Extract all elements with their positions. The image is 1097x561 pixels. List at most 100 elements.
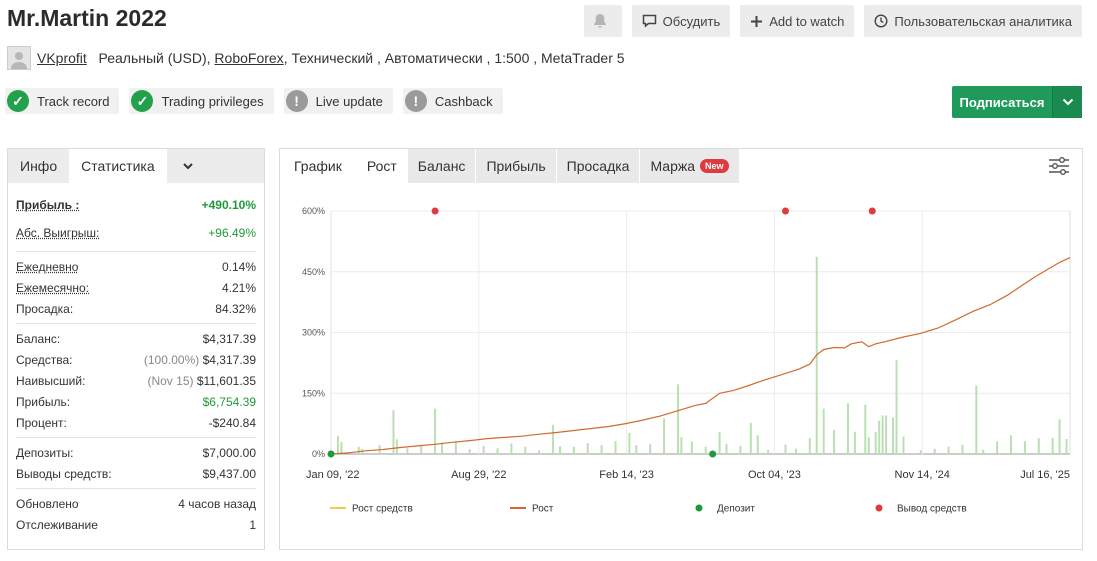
bar xyxy=(833,430,836,454)
growth-chart: 0% 150% 300% 450% 600% Jan 09, '22 Aug 29, '22… xyxy=(302,206,1071,515)
x-tick-label: Oct 04, '23 xyxy=(748,469,801,481)
bar xyxy=(881,415,884,454)
tab-growth[interactable]: Рост xyxy=(356,149,408,183)
plus-icon xyxy=(751,15,763,27)
deposit-marker xyxy=(709,450,717,458)
stat-profit: Прибыль: $6,754.39 xyxy=(16,394,256,409)
bar xyxy=(538,450,541,454)
stat-monthly: Ежемесячно: 4.21% xyxy=(16,280,256,295)
bell-icon xyxy=(593,14,606,28)
subscribe-button[interactable]: Подписаться xyxy=(952,86,1082,118)
bar xyxy=(496,448,499,454)
legend-swatch xyxy=(875,504,883,512)
tab-chart[interactable]: График xyxy=(280,149,357,183)
legend-label: Рост xyxy=(532,504,554,515)
trading-privileges-badge[interactable]: ✓ Trading privileges xyxy=(129,88,274,114)
legend-swatch xyxy=(695,504,703,512)
notify-button[interactable] xyxy=(583,5,622,37)
bar xyxy=(1051,437,1054,454)
tab-stats[interactable]: Статистика xyxy=(69,149,167,183)
bar xyxy=(725,443,728,454)
bar xyxy=(1065,439,1068,454)
clock-icon xyxy=(874,14,888,28)
avatar[interactable] xyxy=(7,46,31,70)
discuss-label: Обсудить xyxy=(662,13,721,29)
x-tick-label: Nov 14, '24 xyxy=(895,469,950,481)
bar xyxy=(794,448,797,454)
exclamation-icon: ! xyxy=(404,90,427,112)
tab-balance[interactable]: Баланс xyxy=(407,149,477,183)
chart-panel: График Рост Баланс Прибыль Просадка Марж… xyxy=(279,148,1083,550)
add-to-watch-button[interactable]: Add to watch xyxy=(740,5,855,37)
stat-interest: Процент: -$240.84 xyxy=(16,415,256,430)
bar xyxy=(340,441,343,454)
cashback-badge[interactable]: ! Cashback xyxy=(402,88,503,114)
bar xyxy=(853,431,856,454)
bar xyxy=(552,424,555,454)
track-record-badge[interactable]: ✓ Track record xyxy=(5,88,120,114)
page-title: Mr.Martin 2022 xyxy=(7,5,167,31)
bar xyxy=(628,432,631,454)
chevron-down-icon xyxy=(1062,98,1073,106)
growth-line xyxy=(330,257,1071,455)
bar xyxy=(468,449,471,454)
y-tick-label: 0% xyxy=(312,449,325,459)
account-type: Реальный (USD), xyxy=(98,50,211,66)
subscribe-label[interactable]: Подписаться xyxy=(952,86,1052,118)
x-tick-label: Jul 16, '25 xyxy=(1020,469,1070,481)
watch-label: Add to watch xyxy=(769,13,845,29)
stat-balance: Баланс: $4,317.39 xyxy=(16,331,256,346)
badge-label: Trading privileges xyxy=(161,93,264,109)
tabs-more[interactable] xyxy=(167,149,209,183)
bar xyxy=(676,384,679,454)
bar xyxy=(982,449,985,454)
bar xyxy=(947,446,950,454)
broker-link[interactable]: RoboForex xyxy=(214,50,283,66)
bar xyxy=(885,415,888,454)
bar xyxy=(649,444,652,454)
chevron-down-icon xyxy=(182,162,193,169)
bar xyxy=(680,437,683,454)
bar xyxy=(572,446,575,454)
live-update-badge[interactable]: ! Live update xyxy=(283,88,393,114)
bar xyxy=(867,437,870,454)
bar xyxy=(739,445,742,454)
bar xyxy=(919,450,922,454)
legend-label: Вывод средств xyxy=(897,504,967,515)
chart-tabs: График Рост Баланс Прибыль Просадка Марж… xyxy=(280,149,1082,183)
y-tick-label: 450% xyxy=(302,267,325,277)
stat-abs-gain: Абс. Выигрыш: +96.49% xyxy=(16,226,256,240)
bar xyxy=(1058,419,1061,454)
tab-profit[interactable]: Прибыль xyxy=(476,149,557,183)
tab-margin[interactable]: Маржа New xyxy=(640,149,740,183)
y-tick-label: 300% xyxy=(302,328,325,338)
bar xyxy=(895,360,898,454)
x-tick-label: Aug 29, '22 xyxy=(451,469,506,481)
stat-daily: Ежедневно 0.14% xyxy=(16,259,256,274)
bar xyxy=(767,449,770,454)
y-tick-label: 600% xyxy=(302,206,325,216)
bar xyxy=(406,448,409,454)
discuss-button[interactable]: Обсудить xyxy=(631,5,731,37)
x-tick-label: Feb 14, '23 xyxy=(599,469,654,481)
bar xyxy=(749,422,752,454)
account-details: , Технический , Автоматически , 1:500 , … xyxy=(283,50,625,66)
bar xyxy=(434,408,437,454)
bar xyxy=(357,446,360,454)
settings-sliders-icon[interactable] xyxy=(1048,157,1070,175)
bar xyxy=(1010,435,1013,454)
bar xyxy=(395,439,398,454)
user-icon xyxy=(11,52,27,69)
bar xyxy=(704,446,707,454)
user-link[interactable]: VKprofit xyxy=(37,50,87,66)
tab-info[interactable]: Инфо xyxy=(8,149,69,183)
subscribe-dropdown[interactable] xyxy=(1052,86,1082,118)
tab-drawdown[interactable]: Просадка xyxy=(556,149,641,183)
bar xyxy=(558,446,561,454)
badge-label: Cashback xyxy=(434,93,493,109)
exclamation-icon: ! xyxy=(285,90,308,112)
bar xyxy=(336,435,339,454)
bar xyxy=(663,418,666,454)
analytics-button[interactable]: Пользовательская аналитика xyxy=(864,5,1082,37)
stat-equity: Средства: (100.00%) $4,317.39 xyxy=(16,352,256,367)
